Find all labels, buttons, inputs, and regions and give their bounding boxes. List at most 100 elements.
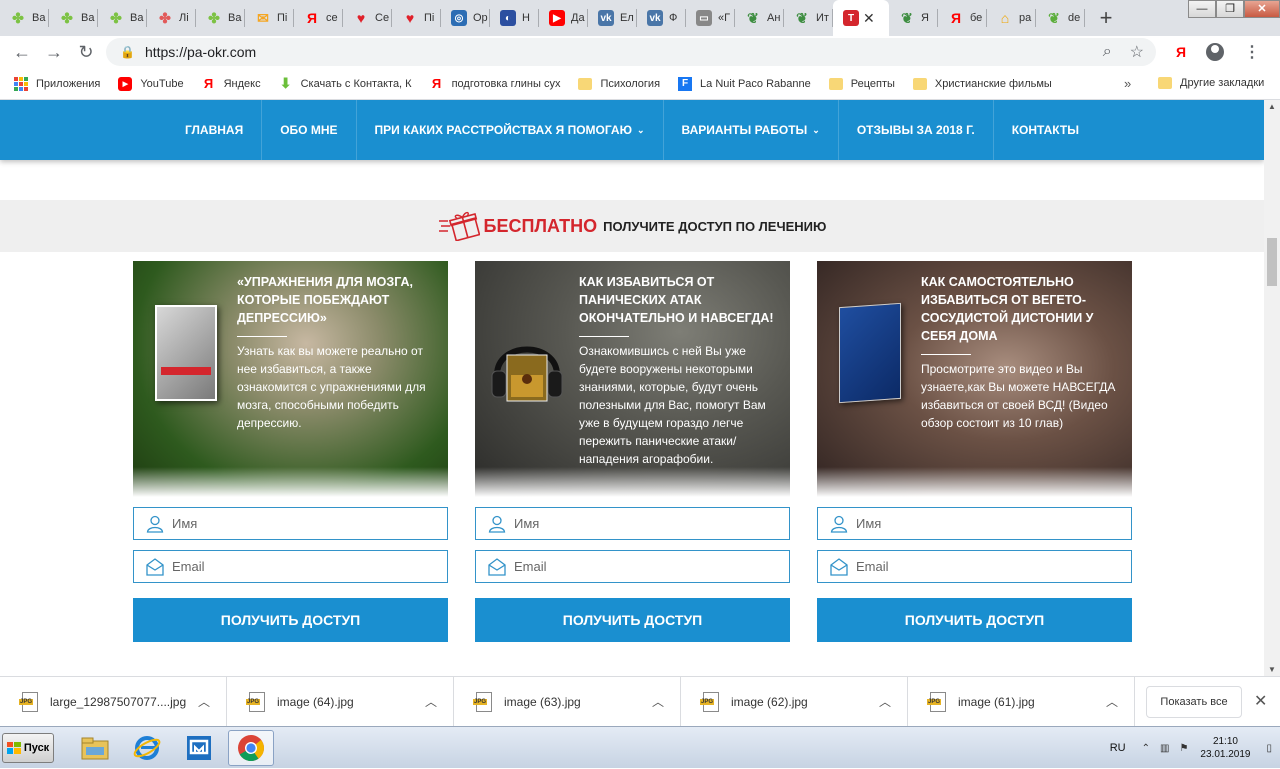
video-cover-image xyxy=(839,302,901,404)
close-window-button[interactable]: ✕ xyxy=(1244,0,1280,18)
browser-tab[interactable]: ♥ Пi xyxy=(392,0,441,36)
browser-tab[interactable]: ▭ «Г xyxy=(686,0,735,36)
zoom-icon[interactable]: ⌕ xyxy=(1103,43,1112,61)
name-field[interactable] xyxy=(475,507,790,540)
browser-tab[interactable]: Ябе xyxy=(938,0,987,36)
nav-item[interactable]: ГЛАВНАЯ xyxy=(167,100,263,160)
chevron-up-icon[interactable]: ︿ xyxy=(879,693,891,710)
chevron-up-icon[interactable]: ︿ xyxy=(198,693,210,710)
bookmark-item[interactable]: Яподготовка глины сух xyxy=(430,76,561,91)
address-bar[interactable]: 🔒 https://pa-okr.com ⌕ ☆ xyxy=(106,38,1156,66)
browser-tab[interactable]: T ✕ xyxy=(833,0,889,36)
bookmark-item[interactable]: Рецепты xyxy=(828,77,895,90)
internet-explorer-taskbar-icon[interactable] xyxy=(124,730,170,766)
browser-tab[interactable]: ❦ Я xyxy=(889,0,938,36)
nav-item[interactable]: КОНТАКТЫ xyxy=(994,100,1097,160)
download-item[interactable]: image (64).jpg ︿ xyxy=(227,676,454,727)
download-item[interactable]: large_12987507077....jpg ︿ xyxy=(0,676,227,727)
download-item[interactable]: image (63).jpg ︿ xyxy=(454,676,681,727)
scroll-up-arrow-icon[interactable]: ▲ xyxy=(1268,102,1276,111)
email-input[interactable] xyxy=(514,559,774,574)
yandex-extension-icon[interactable]: Я xyxy=(1176,44,1186,60)
name-input[interactable] xyxy=(514,516,774,531)
nav-item[interactable]: ВАРИАНТЫ РАБОТЫ ⌄ xyxy=(664,100,839,160)
network-icon[interactable]: ▥ xyxy=(1160,743,1169,754)
nav-item-label: ГЛАВНАЯ xyxy=(185,123,244,137)
nav-item[interactable]: ОТЗЫВЫ ЗА 2018 Г. xyxy=(839,100,994,160)
name-field[interactable] xyxy=(133,507,448,540)
back-button[interactable]: ← xyxy=(6,36,38,68)
forward-button[interactable]: → xyxy=(38,36,70,68)
bookmark-item[interactable]: Приложения xyxy=(14,76,100,91)
menu-dots-icon[interactable]: ⋮ xyxy=(1244,42,1260,62)
name-input[interactable] xyxy=(856,516,1116,531)
start-button[interactable]: Пуск xyxy=(2,732,54,763)
other-bookmarks[interactable]: Другие закладки xyxy=(1158,77,1264,89)
scroll-down-arrow-icon[interactable]: ▼ xyxy=(1268,665,1276,674)
browser-tab[interactable]: ◐ Н xyxy=(490,0,539,36)
bookmark-item[interactable]: F La Nuit Paco Rabanne xyxy=(678,76,811,91)
reload-button[interactable]: ↻ xyxy=(70,36,102,68)
nav-item[interactable]: ПРИ КАКИХ РАССТРОЙСТВАХ Я ПОМОГАЮ ⌄ xyxy=(357,100,664,160)
new-tab-button[interactable]: + xyxy=(1091,0,1121,36)
email-input[interactable] xyxy=(172,559,432,574)
name-input[interactable] xyxy=(172,516,432,531)
folder-icon xyxy=(1158,77,1172,89)
browser-tab[interactable]: vk Ел xyxy=(588,0,637,36)
show-all-downloads-button[interactable]: Показать все xyxy=(1146,686,1242,718)
file-explorer-taskbar-icon[interactable] xyxy=(72,730,118,766)
remote-desktop-taskbar-icon[interactable] xyxy=(176,730,222,766)
browser-tab[interactable]: vk Ф xyxy=(637,0,686,36)
bookmark-item[interactable]: Психология xyxy=(578,77,660,90)
chevron-up-icon[interactable]: ︿ xyxy=(1106,693,1118,710)
chevron-up-icon[interactable]: ︿ xyxy=(652,693,664,710)
page-scrollbar[interactable]: ▲ ▼ xyxy=(1264,100,1280,676)
clock[interactable]: 21:10 23.01.2019 xyxy=(1200,735,1250,761)
browser-tab[interactable]: ▶ Да xyxy=(539,0,588,36)
show-desktop-icon[interactable]: ▯ xyxy=(1266,743,1272,754)
email-input[interactable] xyxy=(856,559,1116,574)
browser-tab[interactable]: ✤ Ва xyxy=(0,0,49,36)
maximize-button[interactable]: ❐ xyxy=(1216,0,1244,18)
browser-tab[interactable]: ❦ Ит xyxy=(784,0,833,36)
bookmark-item[interactable]: ⬇ Скачать с Контакта, К xyxy=(279,75,412,91)
browser-tab[interactable]: ✤ Лi xyxy=(147,0,196,36)
nav-item[interactable]: ОБО МНЕ xyxy=(262,100,357,160)
tray-expand-icon[interactable]: ⌃ xyxy=(1142,743,1150,754)
email-field[interactable] xyxy=(475,550,790,583)
bookmark-item[interactable]: Христианские фильмы xyxy=(912,77,1052,90)
flag-notification-icon[interactable]: ⚑ xyxy=(1179,743,1188,754)
bookmark-star-icon[interactable]: ☆ xyxy=(1130,42,1144,62)
minimize-button[interactable]: — xyxy=(1188,0,1216,18)
tab-title: ра xyxy=(1019,12,1032,24)
profile-avatar[interactable] xyxy=(1206,43,1224,61)
browser-tab[interactable]: ❦ Ан xyxy=(735,0,784,36)
download-filename: image (61).jpg xyxy=(958,694,1035,709)
browser-tab[interactable]: ✤ Ва xyxy=(98,0,147,36)
bookmark-item[interactable]: Я Яндекс xyxy=(202,76,261,91)
language-indicator[interactable]: RU xyxy=(1110,742,1126,754)
browser-tab[interactable]: Ясе xyxy=(294,0,343,36)
bookmark-item[interactable]: ▶ YouTube xyxy=(118,76,184,91)
get-access-button[interactable]: Получить доступ xyxy=(133,598,448,642)
close-tab-icon[interactable]: ✕ xyxy=(863,10,875,27)
browser-tab[interactable]: ✤ Ва xyxy=(196,0,245,36)
chevron-up-icon[interactable]: ︿ xyxy=(425,693,437,710)
scrollbar-thumb[interactable] xyxy=(1267,238,1277,286)
email-field[interactable] xyxy=(133,550,448,583)
browser-tab[interactable]: ✤ Ва xyxy=(49,0,98,36)
get-access-button[interactable]: Получить доступ xyxy=(817,598,1132,642)
close-shelf-icon[interactable]: ✕ xyxy=(1254,691,1267,711)
name-field[interactable] xyxy=(817,507,1132,540)
get-access-button[interactable]: Получить доступ xyxy=(475,598,790,642)
browser-tab[interactable]: ♥ Се xyxy=(343,0,392,36)
download-item[interactable]: image (61).jpg ︿ xyxy=(908,676,1135,727)
bookmarks-overflow-button[interactable]: » xyxy=(1124,76,1131,91)
chrome-taskbar-icon[interactable] xyxy=(228,729,274,766)
browser-tab[interactable]: ✉ Пi xyxy=(245,0,294,36)
email-field[interactable] xyxy=(817,550,1132,583)
download-item[interactable]: image (62).jpg ︿ xyxy=(681,676,908,727)
browser-tab[interactable]: ❦ de xyxy=(1036,0,1085,36)
browser-tab[interactable]: ◎ Ор xyxy=(441,0,490,36)
browser-tab[interactable]: ⌂ ра xyxy=(987,0,1036,36)
